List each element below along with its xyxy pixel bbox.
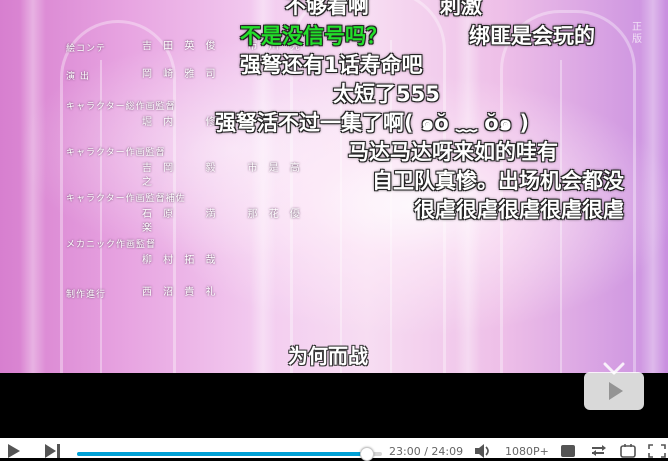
- danmaku-comment: 强弩活不过一集了啊( ๑ŏ ﹏ ŏ๑ ): [215, 111, 529, 135]
- fullscreen-button[interactable]: [648, 444, 666, 458]
- progress-bar[interactable]: [77, 447, 382, 461]
- video-subtitle: 为何而战: [288, 344, 368, 368]
- credit-names: 岡 崎 雅 司: [142, 69, 220, 80]
- next-icon: [45, 444, 60, 458]
- player-control-bar: 23:00 / 24:09 1080P+: [0, 438, 668, 461]
- play-icon: [8, 444, 20, 458]
- widescreen-icon: [620, 444, 636, 458]
- credit-entry: メカニック作画監督 柳 村 拓 哉: [66, 238, 306, 284]
- current-time: 23:00: [389, 445, 421, 458]
- credit-role: キャラクター総作画監督: [66, 102, 176, 112]
- next-episode-button[interactable]: [44, 444, 62, 458]
- credit-role: キャラクター作画監督: [66, 148, 166, 158]
- quality-selector[interactable]: 1080P+: [505, 445, 549, 458]
- credit-role: 絵コンテ: [66, 44, 107, 54]
- credit-role: 制作進行: [66, 290, 107, 300]
- progress-thumb[interactable]: [360, 447, 375, 461]
- tv-icon[interactable]: [583, 362, 645, 412]
- danmaku-toggle-icon: [561, 445, 575, 457]
- danmaku-toggle-button[interactable]: [560, 444, 576, 458]
- danmaku-comment: 不够看啊: [285, 0, 369, 18]
- credit-entry: キャラクター作画監督 吉 岡 毅 市 是 高 之: [66, 146, 306, 192]
- time-display: 23:00 / 24:09: [389, 445, 463, 458]
- credit-names: 柳 村 拓 哉: [142, 255, 220, 266]
- watermark-text: 正 版: [632, 22, 642, 45]
- danmaku-comment: 不是没信号吗？: [240, 24, 387, 48]
- danmaku-comment: 马达马达呀来如的哇有: [348, 140, 558, 164]
- copyright-watermark: 正 版: [632, 22, 642, 46]
- volume-icon: [475, 444, 489, 458]
- danmaku-comment: 很虐很虐很虐很虐很虐: [414, 198, 624, 222]
- widescreen-button[interactable]: [620, 444, 636, 458]
- background-pillar: [20, 0, 46, 373]
- credit-names: 堀 内 修: [142, 117, 220, 128]
- credit-entry: 制作進行 西 沼 貴 礼: [66, 284, 306, 304]
- play-button[interactable]: [6, 444, 22, 458]
- danmaku-comment: 刺激: [440, 0, 482, 18]
- fullscreen-icon: [648, 444, 666, 458]
- background-pillar: [640, 0, 666, 373]
- credit-names: 吉 岡 毅 市 是 高 之: [142, 163, 304, 188]
- volume-button[interactable]: [474, 444, 492, 458]
- danmaku-comment: 自卫队真惨。出场机会都没: [372, 169, 624, 193]
- credit-role: メカニック作画監督: [66, 240, 157, 250]
- danmaku-comment: 太短了555: [333, 82, 440, 106]
- credit-names: 石 原 満 那 花 優 楽: [142, 209, 304, 234]
- ending-credits: 絵コンテ 吉 田 英 俊 市 川 亮 演 出 岡 崎 雅 司 キャラクター総作画…: [66, 38, 306, 304]
- credit-names: 西 沼 貴 礼: [142, 287, 220, 298]
- time-separator: /: [424, 445, 428, 458]
- danmaku-comment: 强弩还有1话寿命吧: [240, 53, 423, 77]
- danmaku-settings-button[interactable]: [590, 444, 608, 458]
- credit-role: 演 出: [66, 72, 90, 82]
- video-frame[interactable]: 絵コンテ 吉 田 英 俊 市 川 亮 演 出 岡 崎 雅 司 キャラクター総作画…: [0, 0, 668, 373]
- progress-fill: [77, 452, 368, 456]
- credit-role: キャラクター作画監督補佐: [66, 194, 186, 204]
- danmaku-comment: 绑匪是会玩的: [469, 24, 595, 48]
- danmaku-settings-icon: [592, 445, 606, 456]
- credit-entry: キャラクター作画監督補佐 石 原 満 那 花 優 楽: [66, 192, 306, 238]
- total-time: 24:09: [431, 445, 464, 458]
